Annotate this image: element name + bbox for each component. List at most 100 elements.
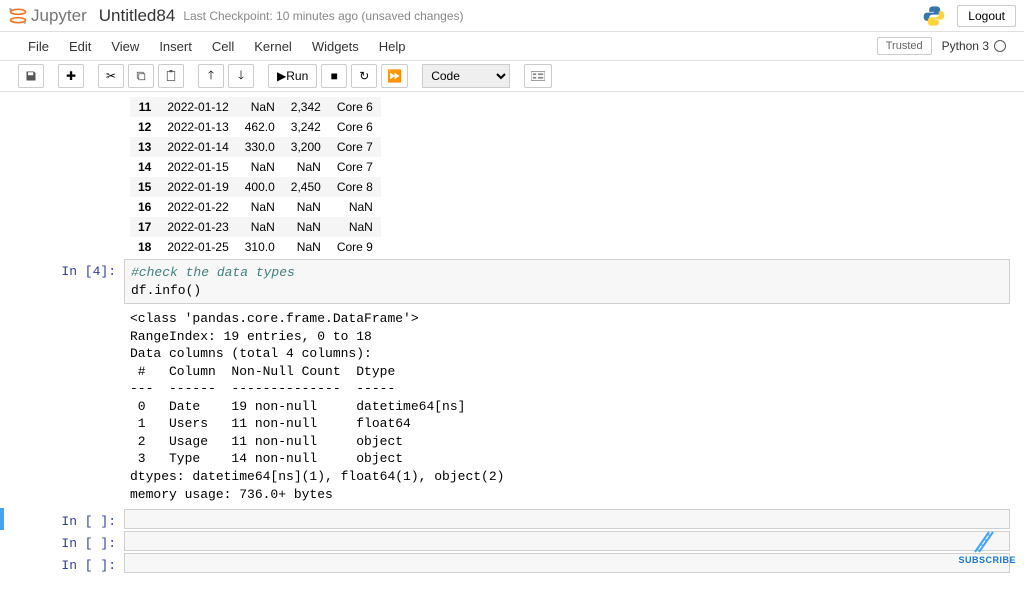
copy-button[interactable] (128, 64, 154, 88)
subscribe-watermark: SUBSCRIBE (958, 530, 1016, 565)
output-prompt (14, 97, 124, 257)
code-input-empty-1[interactable] (124, 509, 1010, 529)
logout-button[interactable]: Logout (957, 5, 1016, 27)
table-row: 122022-01-13462.03,242Core 6 (130, 117, 381, 137)
table-row: 162022-01-22NaNNaNNaN (130, 197, 381, 217)
row-index: 15 (130, 177, 159, 197)
empty-code-cell-3[interactable]: In [ ]: (0, 552, 1024, 574)
code-cell-4[interactable]: In [4]: #check the data typesdf.info() (0, 258, 1024, 305)
move-down-button[interactable]: 🡓 (228, 64, 254, 88)
row-index: 12 (130, 117, 159, 137)
in-prompt-empty-2: In [ ]: (14, 531, 124, 551)
row-index: 18 (130, 237, 159, 257)
trusted-indicator[interactable]: Trusted (877, 37, 932, 55)
table-row: 112022-01-12NaN2,342Core 6 (130, 97, 381, 117)
cut-button[interactable]: ✂ (98, 64, 124, 88)
kernel-status-icon (994, 40, 1006, 52)
table-row: 152022-01-19400.02,450Core 8 (130, 177, 381, 197)
cell-date: 2022-01-14 (159, 137, 236, 157)
notebook-title[interactable]: Untitled84 (99, 6, 176, 26)
cell-usage: 2,450 (283, 177, 329, 197)
checkpoint-info: Last Checkpoint: 10 minutes ago (unsaved… (183, 9, 463, 23)
table-row: 142022-01-15NaNNaNCore 7 (130, 157, 381, 177)
cell-type: Core 6 (329, 117, 381, 137)
cell-users: NaN (237, 157, 283, 177)
logo-text: Jupyter (31, 6, 87, 26)
in-prompt-4: In [4]: (14, 259, 124, 304)
code-comment: #check the data types (131, 265, 295, 280)
cell-usage: 2,342 (283, 97, 329, 117)
cell-date: 2022-01-12 (159, 97, 236, 117)
menu-insert[interactable]: Insert (149, 34, 202, 59)
cell-usage: NaN (283, 237, 329, 257)
menu-file[interactable]: File (18, 34, 59, 59)
cell-users: 400.0 (237, 177, 283, 197)
dataframe-table: 112022-01-12NaN2,342Core 6122022-01-1346… (130, 97, 381, 257)
cell-type: Core 9 (329, 237, 381, 257)
cell-date: 2022-01-19 (159, 177, 236, 197)
text-output-4: <class 'pandas.core.frame.DataFrame'> Ra… (124, 306, 1010, 507)
notebook-container: 112022-01-12NaN2,342Core 6122022-01-1346… (0, 92, 1024, 604)
menu-bar: File Edit View Insert Cell Kernel Widget… (0, 32, 1024, 61)
notebook-header: Jupyter Untitled84 Last Checkpoint: 10 m… (0, 0, 1024, 32)
command-palette-button[interactable] (524, 64, 552, 88)
code-input-empty-2[interactable] (124, 531, 1010, 551)
menu-kernel[interactable]: Kernel (244, 34, 302, 59)
row-index: 16 (130, 197, 159, 217)
empty-code-cell-2[interactable]: In [ ]: (0, 530, 1024, 552)
run-button[interactable]: ▶ Run (268, 64, 317, 88)
table-row: 172022-01-23NaNNaNNaN (130, 217, 381, 237)
cell-type: Core 8 (329, 177, 381, 197)
run-label: Run (286, 69, 308, 83)
row-index: 11 (130, 97, 159, 117)
code-input-4[interactable]: #check the data typesdf.info() (124, 259, 1010, 304)
menu-help[interactable]: Help (369, 34, 416, 59)
move-up-button[interactable]: 🡑 (198, 64, 224, 88)
insert-cell-button[interactable]: ✚ (58, 64, 84, 88)
cell-usage: 3,200 (283, 137, 329, 157)
restart-button[interactable]: ↻ (351, 64, 377, 88)
kernel-indicator[interactable]: Python 3 (942, 39, 1006, 53)
save-button[interactable] (18, 64, 44, 88)
jupyter-logo: Jupyter (8, 6, 87, 26)
in-prompt-empty-3: In [ ]: (14, 553, 124, 573)
empty-code-cell-1[interactable]: In [ ]: (0, 508, 1024, 530)
cell-date: 2022-01-13 (159, 117, 236, 137)
row-index: 17 (130, 217, 159, 237)
interrupt-button[interactable]: ■ (321, 64, 347, 88)
cell-date: 2022-01-22 (159, 197, 236, 217)
menu-cell[interactable]: Cell (202, 34, 244, 59)
code-input-empty-3[interactable] (124, 553, 1010, 573)
cell-users: 330.0 (237, 137, 283, 157)
row-index: 14 (130, 157, 159, 177)
cell-type: Core 7 (329, 137, 381, 157)
dataframe-output: 112022-01-12NaN2,342Core 6122022-01-1346… (124, 97, 1010, 257)
cell-users: NaN (237, 97, 283, 117)
restart-run-all-button[interactable]: ⏩ (381, 64, 408, 88)
table-row: 182022-01-25310.0NaNCore 9 (130, 237, 381, 257)
subscribe-text: SUBSCRIBE (958, 555, 1016, 565)
cell-users: NaN (237, 217, 283, 237)
in-prompt-empty-1: In [ ]: (14, 509, 124, 529)
cell-users: NaN (237, 197, 283, 217)
cell-type: NaN (329, 197, 381, 217)
cell-type: Core 7 (329, 157, 381, 177)
table-row: 132022-01-14330.03,200Core 7 (130, 137, 381, 157)
kernel-name-text: Python 3 (942, 39, 989, 53)
paste-button[interactable] (158, 64, 184, 88)
out-prompt-4 (14, 306, 124, 507)
jupyter-icon (8, 6, 28, 26)
cell-date: 2022-01-23 (159, 217, 236, 237)
cell-usage: NaN (283, 217, 329, 237)
cell-type: Core 6 (329, 97, 381, 117)
menu-widgets[interactable]: Widgets (302, 34, 369, 59)
menu-edit[interactable]: Edit (59, 34, 101, 59)
menu-view[interactable]: View (101, 34, 149, 59)
cell-type-select[interactable]: Code (422, 64, 510, 88)
cell-usage: NaN (283, 157, 329, 177)
cell-usage: NaN (283, 197, 329, 217)
cell-type: NaN (329, 217, 381, 237)
output-cell-4: <class 'pandas.core.frame.DataFrame'> Ra… (0, 305, 1024, 508)
cell-date: 2022-01-25 (159, 237, 236, 257)
row-index: 13 (130, 137, 159, 157)
